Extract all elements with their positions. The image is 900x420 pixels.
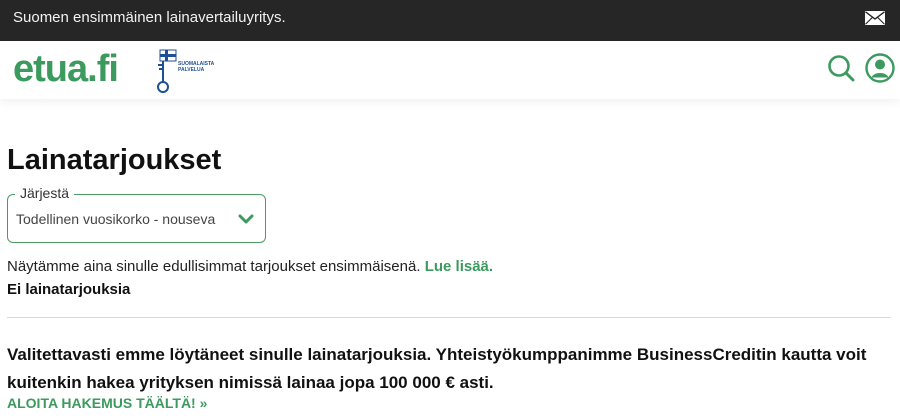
no-offers-text: Ei lainatarjouksia xyxy=(7,281,131,298)
chevron-down-icon xyxy=(238,214,254,224)
site-header: etua.fi SUOMALAISTA PALVELUA xyxy=(0,41,900,99)
start-application-link[interactable]: ALOITA HAKEMUS TÄÄLTÄ! » xyxy=(7,395,207,411)
divider xyxy=(7,317,891,318)
tagline: Suomen ensimmäinen lainavertailuyritys. xyxy=(13,9,286,26)
mail-icon[interactable] xyxy=(865,11,885,25)
info-line: Näytämme aina sinulle edullisimmat tarjo… xyxy=(7,258,493,275)
sort-select[interactable]: Järjestä Todellinen vuosikorko - nouseva xyxy=(7,185,266,243)
page-title: Lainatarjoukset xyxy=(7,144,222,176)
sort-selected-value: Todellinen vuosikorko - nouseva xyxy=(16,211,216,227)
search-icon[interactable] xyxy=(827,54,855,82)
site-logo[interactable]: etua.fi xyxy=(13,45,119,93)
no-results-message: Valitettavasti emme löytäneet sinulle la… xyxy=(7,345,867,392)
badge-text: SUOMALAISTA PALVELUA xyxy=(178,61,215,73)
top-bar: Suomen ensimmäinen lainavertailuyritys. xyxy=(0,0,900,41)
info-text: Näytämme aina sinulle edullisimmat tarjo… xyxy=(7,258,421,275)
user-icon[interactable] xyxy=(865,53,895,83)
read-more-link[interactable]: Lue lisää. xyxy=(425,258,493,275)
sort-label: Järjestä xyxy=(15,185,75,201)
